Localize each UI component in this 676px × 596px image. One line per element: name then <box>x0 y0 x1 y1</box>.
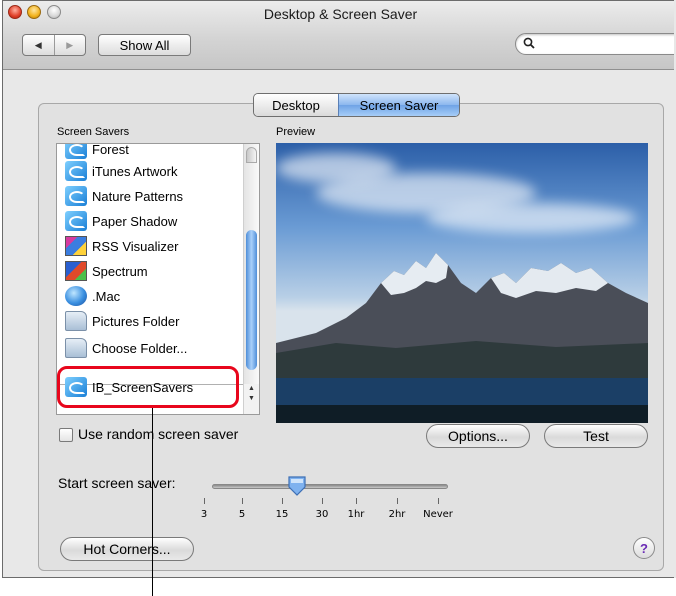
mountain-landscape <box>276 253 648 423</box>
list-item[interactable]: iTunes Artwork <box>65 160 178 182</box>
list-item[interactable]: Nature Patterns <box>65 185 183 207</box>
back-arrow-icon[interactable]: ◀ <box>23 35 54 55</box>
start-screen-saver-label: Start screen saver: <box>58 475 176 491</box>
search-icon <box>523 37 535 49</box>
scroll-up-icon[interactable]: ▲ <box>244 384 259 394</box>
slider-tick-mark <box>356 498 357 504</box>
start-time-slider[interactable] <box>212 484 448 489</box>
list-item[interactable]: Choose Folder... <box>65 337 187 359</box>
slider-tick-mark <box>242 498 243 504</box>
preview-image <box>276 143 648 423</box>
slider-tick-label: 2hr <box>388 509 406 520</box>
list-item[interactable]: Paper Shadow <box>65 210 177 232</box>
list-item[interactable]: RSS Visualizer <box>65 235 178 257</box>
list-item[interactable]: .Mac <box>65 285 120 307</box>
search-field[interactable] <box>515 33 676 55</box>
screensaver-icon <box>65 144 87 159</box>
help-button[interactable]: ? <box>633 537 655 559</box>
list-item[interactable]: Forest <box>65 144 129 160</box>
callout-leader-line <box>152 408 153 596</box>
slider-tick-label: Never <box>423 509 453 520</box>
scroll-down-icon[interactable]: ▼ <box>244 394 259 404</box>
scrollbar-cap <box>246 147 257 163</box>
secondary-scrollbar[interactable]: ▲ ▼ <box>243 384 259 414</box>
title-bar: Desktop & Screen Saver ◀ ▶ Show All <box>3 1 676 70</box>
forward-arrow-icon[interactable]: ▶ <box>53 35 86 55</box>
preview-label: Preview <box>276 126 316 138</box>
slider-tick-label: 5 <box>238 509 246 520</box>
slider-tick-label: 30 <box>315 509 329 520</box>
slider-tick-mark <box>322 498 323 504</box>
highlight-callout <box>57 366 239 408</box>
tab-screen-saver[interactable]: Screen Saver <box>338 94 459 116</box>
screensaver-icon <box>65 161 87 181</box>
slider-tick-label: 1hr <box>347 509 365 520</box>
window-title: Desktop & Screen Saver <box>263 6 418 22</box>
slider-thumb[interactable] <box>287 475 307 497</box>
folder-icon <box>65 338 87 358</box>
screensaver-icon <box>65 186 87 206</box>
slider-tick-label: 3 <box>200 509 208 520</box>
list-item[interactable]: Spectrum <box>65 260 148 282</box>
pane-tabs: Desktop Screen Saver <box>253 93 460 117</box>
slider-tick-mark <box>397 498 398 504</box>
scrollbar-thumb[interactable] <box>246 230 257 370</box>
random-screen-saver-checkbox[interactable] <box>59 428 73 442</box>
rss-visualizer-icon <box>65 236 87 256</box>
random-screen-saver-label: Use random screen saver <box>78 426 239 442</box>
show-all-button[interactable]: Show All <box>98 34 191 56</box>
spectrum-icon <box>65 261 87 281</box>
list-item[interactable]: Pictures Folder <box>65 310 179 332</box>
slider-tick-label: 15 <box>275 509 289 520</box>
slider-tick-mark <box>204 498 205 504</box>
slider-tick-mark <box>282 498 283 504</box>
hot-corners-button[interactable]: Hot Corners... <box>60 537 194 561</box>
dotmac-icon <box>65 286 87 306</box>
test-button[interactable]: Test <box>544 424 648 448</box>
pictures-folder-icon <box>65 311 87 331</box>
list-scrollbar[interactable] <box>243 144 259 384</box>
screensaver-icon <box>65 211 87 231</box>
options-button[interactable]: Options... <box>426 424 530 448</box>
back-forward-control[interactable]: ◀ ▶ <box>22 34 86 56</box>
tab-desktop[interactable]: Desktop <box>254 94 338 116</box>
screen-savers-label: Screen Savers <box>57 126 130 138</box>
slider-tick-mark <box>438 498 439 504</box>
